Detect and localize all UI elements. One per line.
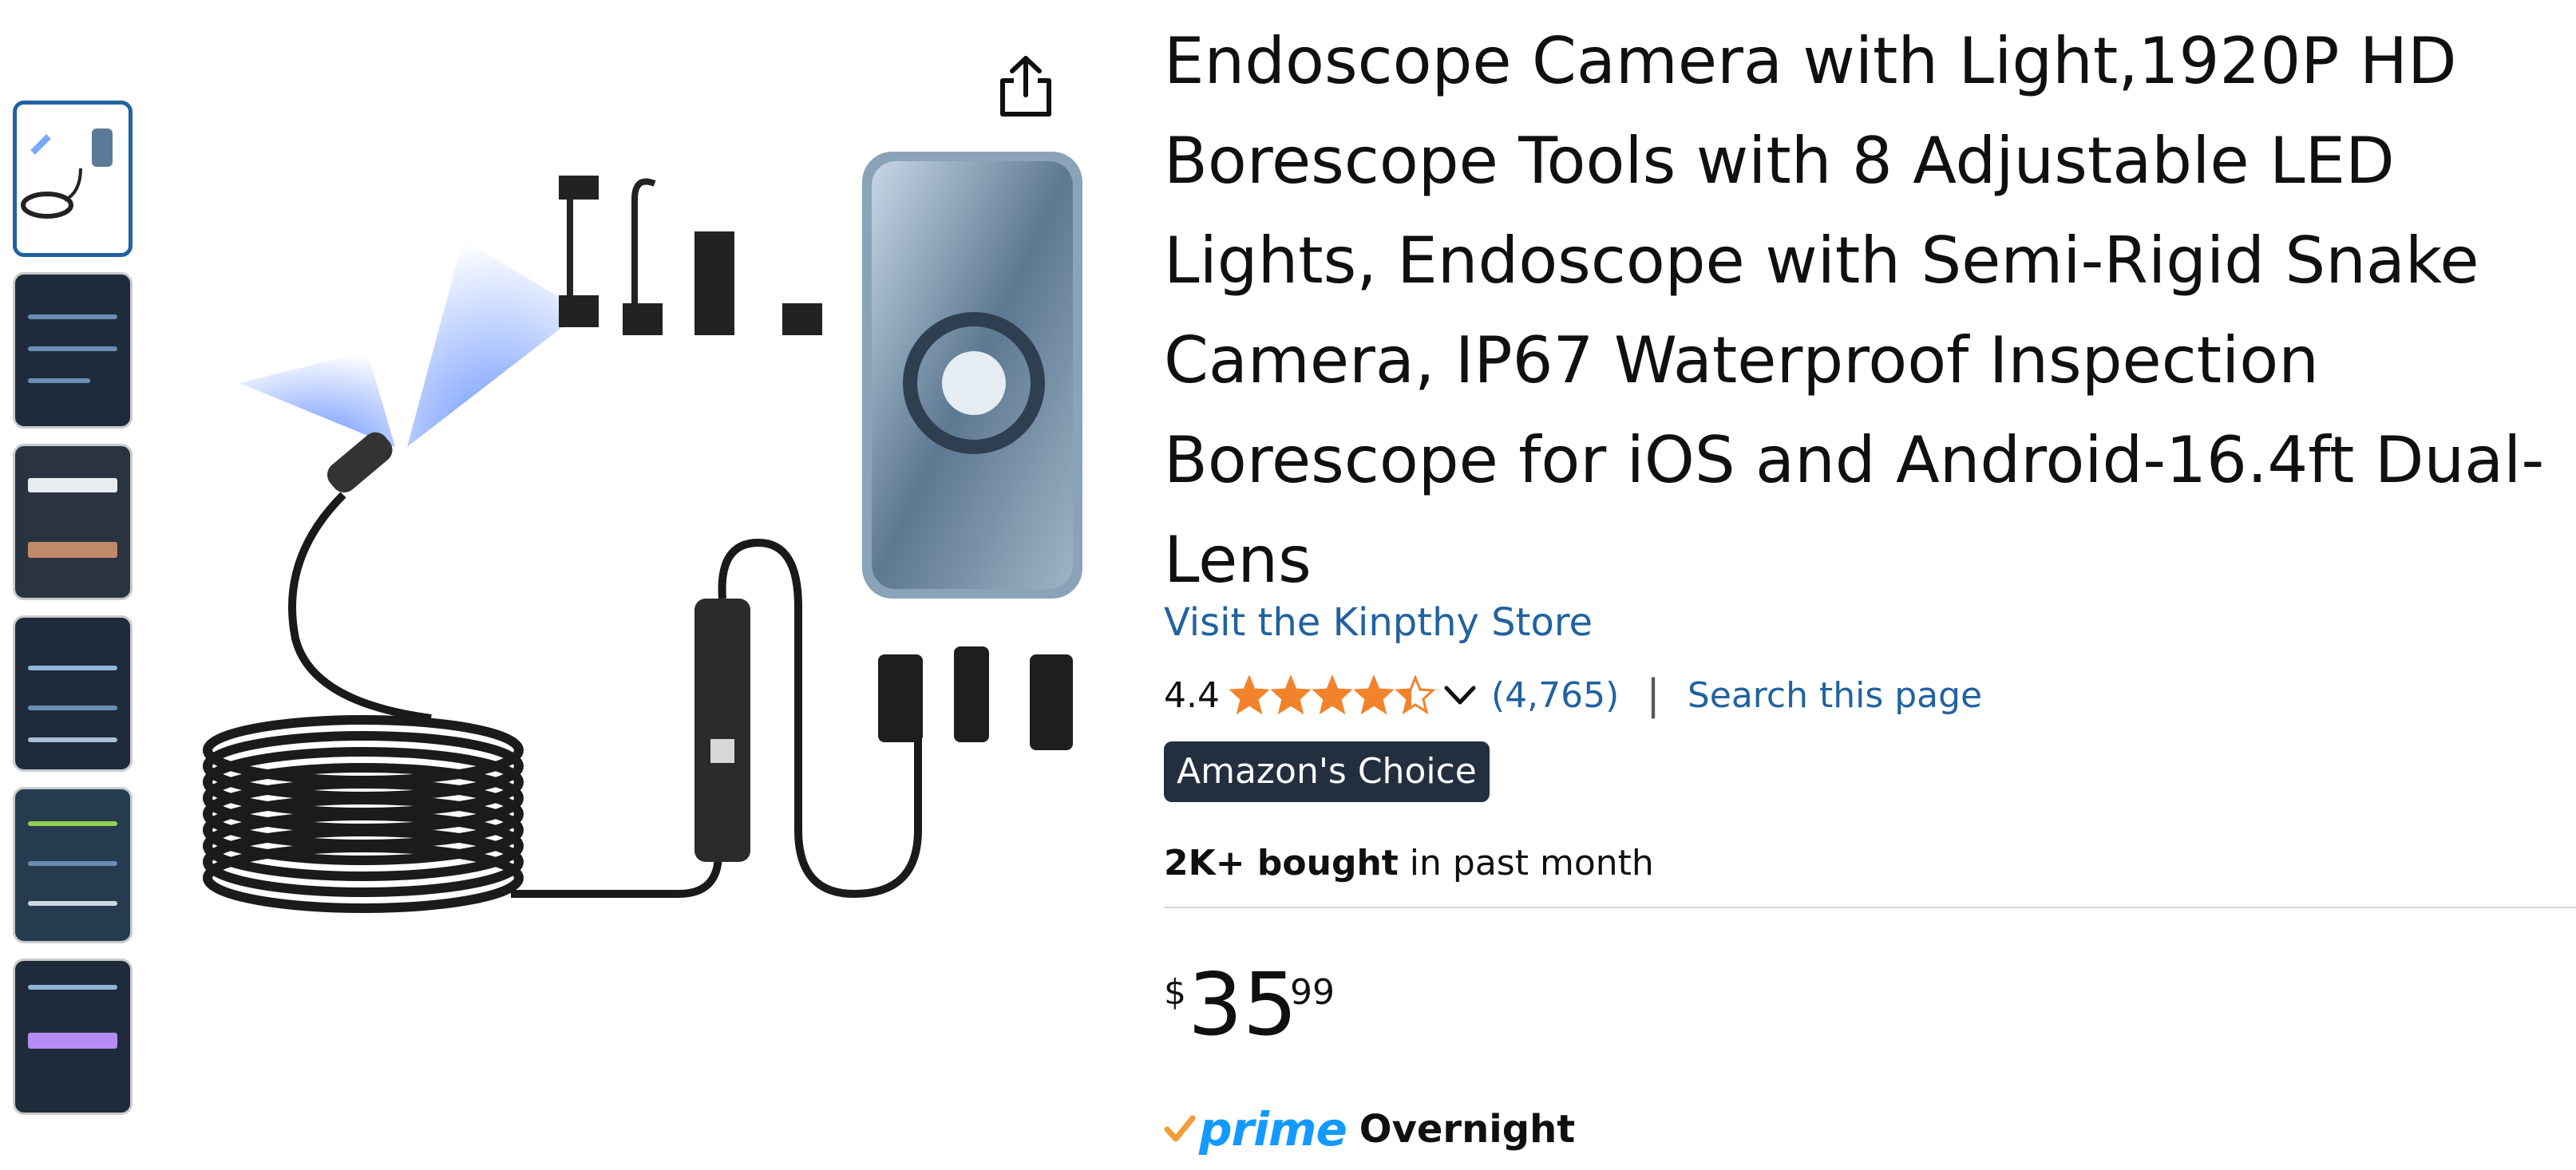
price-symbol: $	[1164, 972, 1186, 1013]
thumbnail-6[interactable]	[13, 959, 133, 1115]
thumbnail-2[interactable]	[13, 272, 133, 429]
thumbnail-4[interactable]	[13, 615, 133, 772]
rating-value: 4.4	[1164, 674, 1220, 716]
amazons-choice-badge[interactable]: Amazon's Choice	[1164, 741, 1490, 802]
star-icon	[1270, 675, 1311, 715]
thumbnail-1[interactable]	[13, 101, 133, 257]
main-product-image[interactable]	[168, 48, 1094, 1006]
share-icon	[1000, 56, 1051, 117]
star-icon	[1395, 675, 1435, 715]
product-detail-page: Endoscope Camera with Light,1920P HD Bor…	[0, 0, 2576, 1170]
thumbnail-5[interactable]	[13, 787, 133, 943]
chevron-down-icon[interactable]	[1443, 675, 1477, 716]
thumbnail-3[interactable]	[13, 444, 133, 600]
store-link[interactable]: Visit the Kinpthy Store	[1164, 600, 1593, 645]
bought-count: 2K+ bought	[1164, 843, 1399, 883]
price-whole: 35	[1188, 955, 1298, 1055]
rating-count-link[interactable]: (4,765)	[1491, 675, 1619, 716]
prime-check-icon	[1164, 1115, 1196, 1142]
endoscope-illustration	[203, 152, 1082, 913]
star-icon	[1229, 675, 1269, 715]
prime-delivery[interactable]: prime Overnight	[1164, 1101, 1575, 1157]
price-fraction: 99	[1290, 972, 1335, 1013]
prime-logo: prime	[1199, 1102, 1347, 1156]
thumbnail-1-image	[21, 128, 113, 219]
bought-in-past-month: 2K+ bought in past month	[1164, 843, 1654, 883]
search-this-page-link[interactable]: Search this page	[1688, 675, 1982, 716]
star-icon	[1312, 675, 1352, 715]
bought-suffix: in past month	[1398, 843, 1654, 883]
rating-separator: |	[1646, 671, 1660, 719]
star-icon	[1353, 675, 1394, 715]
prime-delivery-speed: Overnight	[1359, 1107, 1576, 1152]
product-title: Endoscope Camera with Light,1920P HD Bor…	[1164, 24, 2545, 597]
section-divider	[1164, 907, 2576, 908]
rating-stars[interactable]	[1229, 675, 1437, 715]
rating-row: 4.4 (4,765) | Search this page	[1164, 667, 1982, 723]
share-button[interactable]	[990, 46, 1062, 126]
